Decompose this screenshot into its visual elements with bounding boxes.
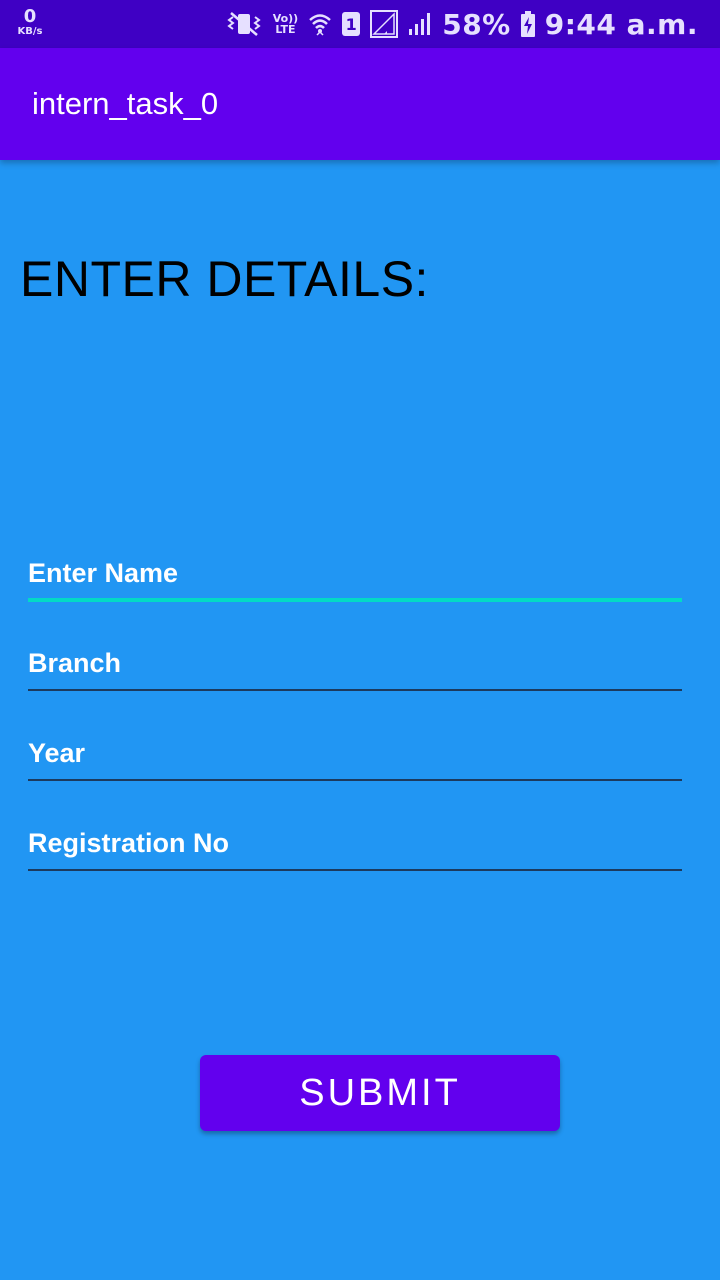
network-speed-unit: KB/s — [17, 26, 43, 37]
name-field-underline — [28, 598, 682, 602]
registration-input[interactable] — [28, 815, 682, 871]
volte-icon: Vo)) LTE — [273, 13, 299, 35]
registration-field-underline — [28, 869, 682, 871]
network-speed-value: 0 — [23, 6, 37, 27]
status-clock: 9:44 a.m. — [544, 7, 698, 41]
year-field[interactable] — [28, 725, 682, 785]
year-input[interactable] — [28, 725, 682, 781]
battery-percent: 58% — [442, 7, 511, 41]
submit-button[interactable]: SUBMIT — [200, 1055, 560, 1131]
name-input[interactable] — [28, 545, 682, 601]
volte-bottom-label: LTE — [275, 23, 296, 36]
app-title: intern_task_0 — [32, 86, 219, 121]
year-field-underline — [28, 779, 682, 781]
status-bar: 0 KB/s Vo)) LTE 1 58% 9:44 a.m. — [0, 0, 720, 48]
branch-field-underline — [28, 689, 682, 691]
battery-charging-icon — [520, 11, 535, 37]
wifi-icon — [309, 14, 332, 36]
network-speed: 0 KB/s — [14, 8, 46, 37]
sim-1-icon: 1 — [342, 12, 361, 36]
branch-field[interactable] — [28, 635, 682, 695]
signal-icon — [409, 13, 431, 35]
branch-input[interactable] — [28, 635, 682, 691]
app-bar: intern_task_0 — [0, 48, 720, 160]
page-heading: ENTER DETAILS: — [20, 251, 429, 307]
signal-icon — [370, 10, 399, 38]
registration-field[interactable] — [28, 815, 682, 875]
name-field[interactable] — [28, 545, 682, 605]
vibrate-icon — [227, 12, 261, 36]
